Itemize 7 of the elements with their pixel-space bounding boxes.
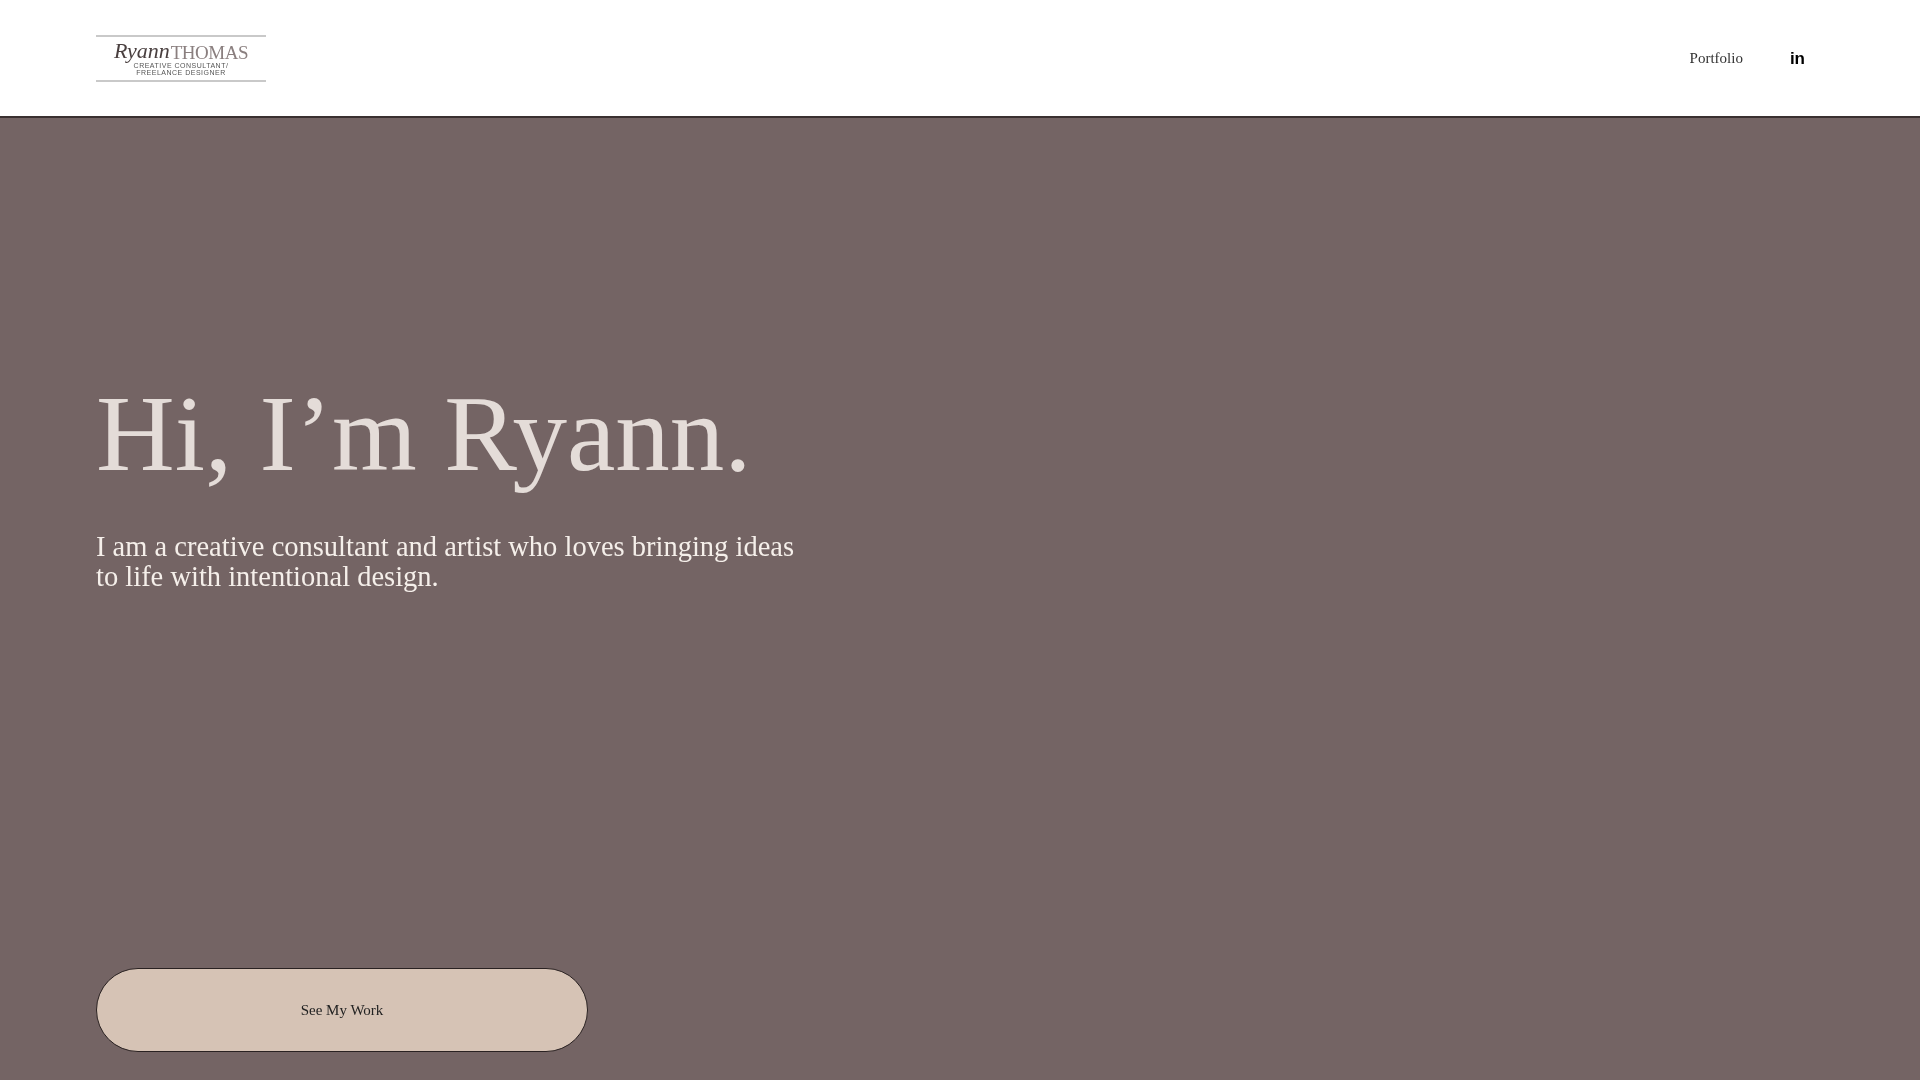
hero-text: I am a creative consultant and artist who loves bringing ideas to life with intentional design.	[96, 531, 796, 592]
logo-name: THOMAS	[170, 43, 249, 62]
hero-heading: Hi, I’m Ryann.	[96, 374, 753, 494]
linkedin-icon[interactable]: in	[1789, 49, 1805, 67]
see-my-work-button[interactable]: See My Work	[96, 967, 588, 1052]
logo-script: Ryann	[113, 40, 170, 62]
nav-link[interactable]: Portfolio	[1689, 46, 1743, 70]
